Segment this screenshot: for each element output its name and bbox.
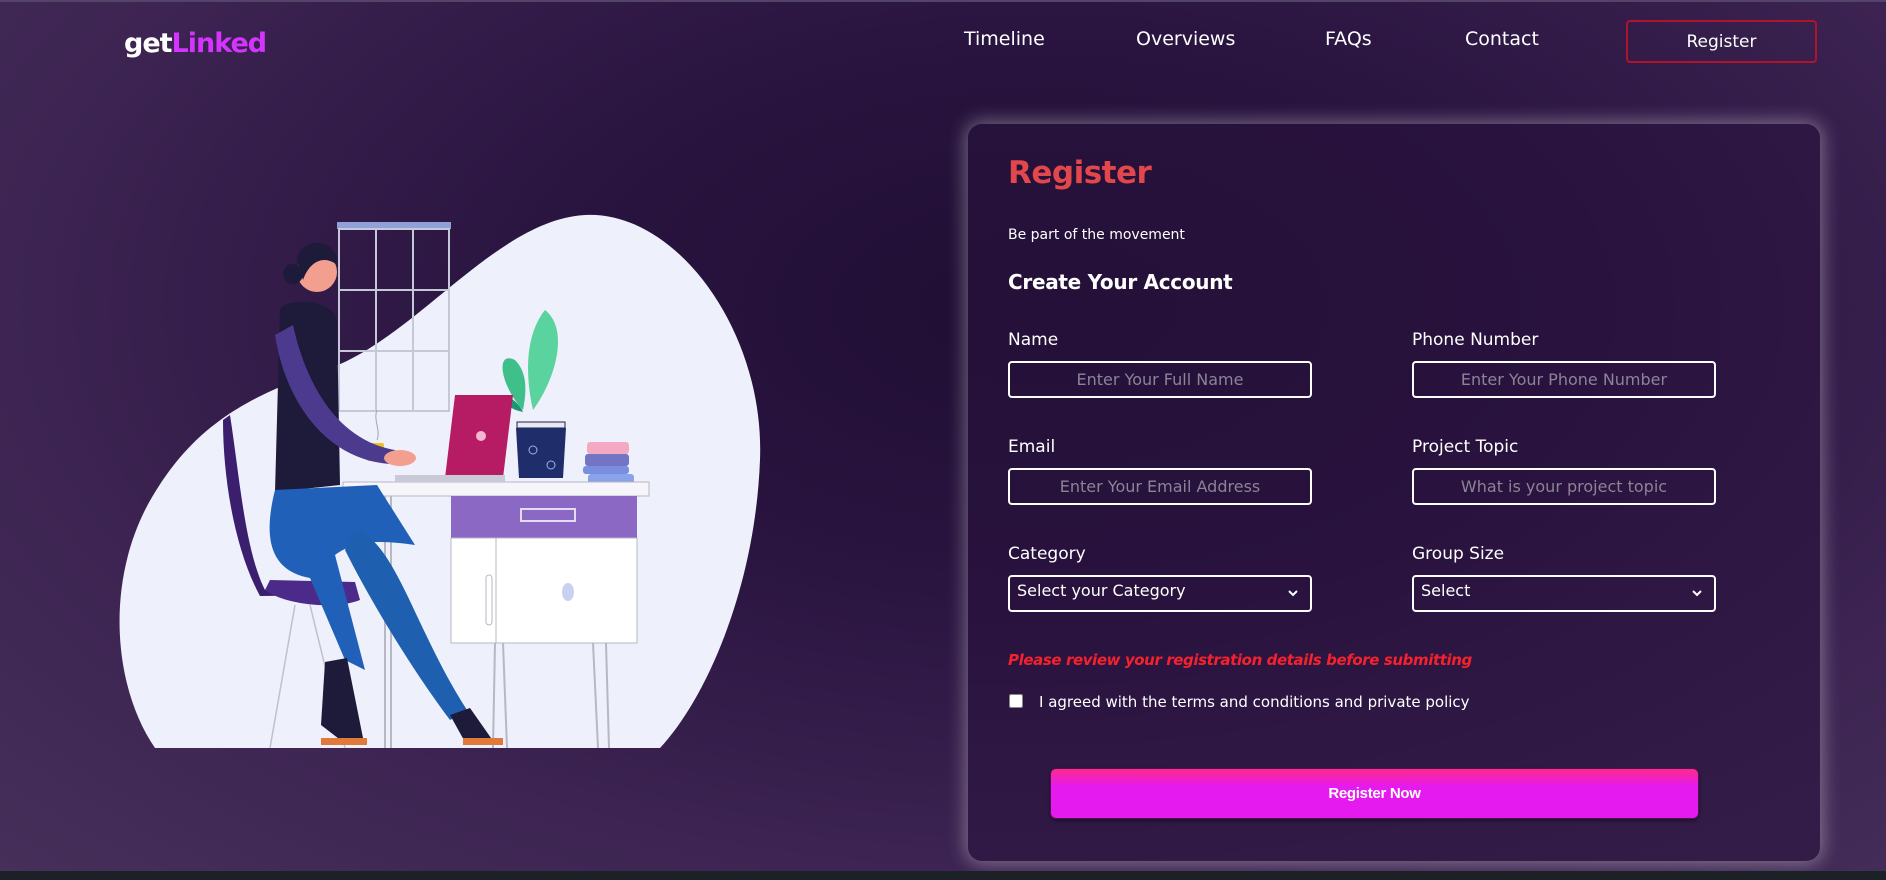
phone-label: Phone Number — [1412, 330, 1539, 350]
nav-overviews[interactable]: Overviews — [1136, 28, 1235, 50]
logo-get: get — [124, 28, 173, 59]
terms-checkbox[interactable] — [1009, 694, 1023, 708]
form-heading: Create Your Account — [1008, 270, 1233, 294]
phone-input[interactable] — [1412, 361, 1716, 398]
email-input[interactable] — [1008, 468, 1312, 505]
group-size-select[interactable]: Select — [1412, 575, 1716, 612]
top-border — [0, 0, 1886, 2]
bottom-bar — [0, 871, 1886, 880]
review-warning: Please review your registration details … — [1008, 651, 1472, 669]
category-label: Category — [1008, 544, 1086, 564]
form-subtitle: Be part of the movement — [1008, 227, 1185, 243]
category-select[interactable]: Select your Category — [1008, 575, 1312, 612]
terms-label[interactable]: I agreed with the terms and conditions a… — [1039, 693, 1470, 711]
chevron-down-icon — [1692, 590, 1702, 597]
nav-contact[interactable]: Contact — [1465, 28, 1539, 50]
nav-timeline[interactable]: Timeline — [964, 28, 1045, 50]
register-illustration — [119, 214, 761, 749]
name-input[interactable] — [1008, 361, 1312, 398]
header-register-button[interactable]: Register — [1626, 20, 1817, 63]
chevron-down-icon — [1288, 590, 1298, 597]
logo-linked: Linked — [171, 28, 268, 59]
topic-input[interactable] — [1412, 468, 1716, 505]
register-now-button[interactable]: Register Now — [1050, 768, 1699, 819]
category-selected: Select your Category — [1017, 581, 1186, 600]
register-card: Register Be part of the movement Create … — [968, 124, 1820, 861]
books-illustration — [583, 442, 634, 485]
name-label: Name — [1008, 330, 1059, 350]
email-label: Email — [1008, 437, 1056, 457]
form-title: Register — [1008, 155, 1152, 191]
group-size-selected: Select — [1421, 581, 1471, 600]
logo[interactable]: getLinked — [124, 28, 268, 59]
group-size-label: Group Size — [1412, 544, 1505, 564]
topic-label: Project Topic — [1412, 437, 1519, 457]
nav-faqs[interactable]: FAQs — [1325, 28, 1372, 50]
